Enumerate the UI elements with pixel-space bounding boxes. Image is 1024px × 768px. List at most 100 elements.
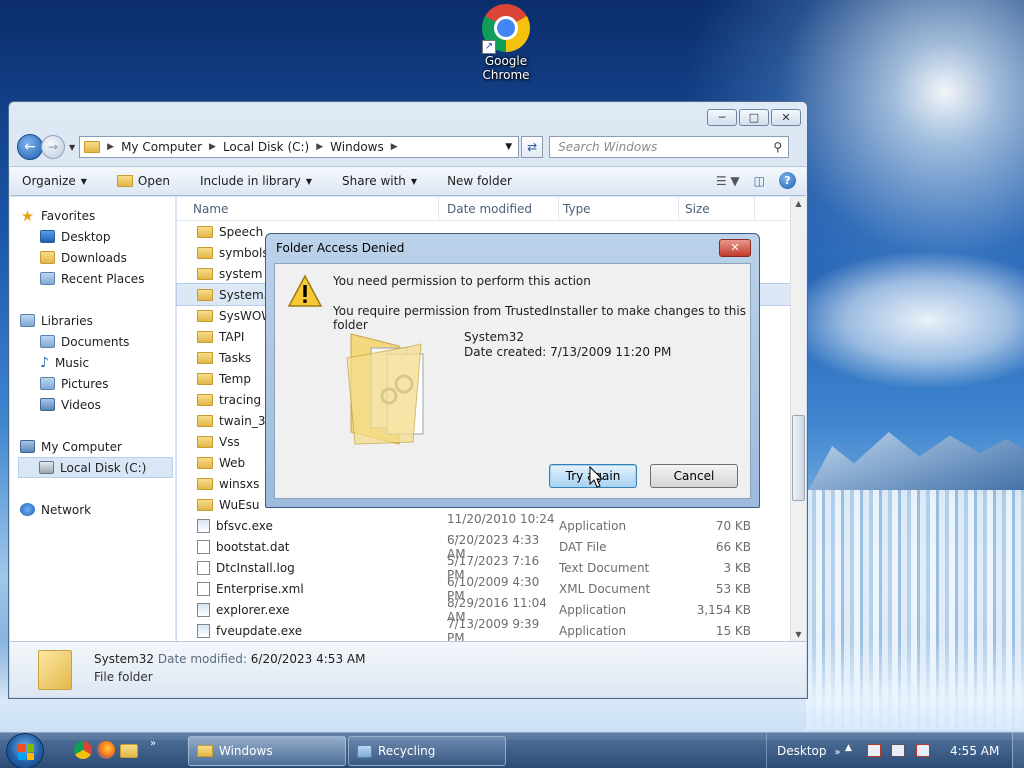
application-icon [197,518,210,533]
preview-pane-icon[interactable]: ◫ [754,174,765,188]
maximize-button[interactable]: □ [739,109,769,126]
nav-videos[interactable]: Videos [10,394,175,415]
desktop-toolbar-overflow-icon[interactable]: » [834,747,840,758]
address-dropdown-icon[interactable]: ▼ [505,142,512,152]
details-type: File folder [94,670,153,684]
chevron-right-icon[interactable]: ▶ [107,142,114,152]
folder-icon [84,141,101,153]
folder-icon [197,288,213,301]
xml-file-icon [197,581,210,596]
include-in-library-button[interactable]: Include in library ▼ [200,174,312,188]
folder-icon [197,330,213,343]
chevron-right-icon[interactable]: ▶ [391,142,398,152]
nav-pictures[interactable]: Pictures [10,373,175,394]
vertical-scrollbar[interactable]: ▲ ▼ [790,197,806,641]
breadcrumb-local-disk[interactable]: Local Disk (C:) [223,140,309,154]
quicklaunch-overflow-icon[interactable]: » [150,738,156,749]
chevron-right-icon[interactable]: ▶ [316,142,323,152]
taskbar-button-windows[interactable]: Windows [188,736,346,766]
search-input[interactable]: Search Windows ⚲ [549,136,790,158]
dialog-folder-name: System32 [464,330,525,344]
dialog-close-button[interactable]: ✕ [719,239,751,257]
desktop-icon-google-chrome[interactable]: ↗ Google Chrome [474,4,538,82]
taskbar-button-recycling[interactable]: Recycling [348,736,506,766]
show-desktop-button[interactable] [1012,733,1024,768]
open-folder-icon [116,175,133,187]
folder-icon [197,372,213,385]
folder-icon [197,309,213,322]
view-options-icon[interactable]: ☰ ▼ [716,174,740,188]
nav-network[interactable]: Network [10,499,175,520]
forward-button[interactable]: → [41,135,65,159]
open-button[interactable]: Open [116,174,170,188]
dialog-folder-date-created: Date created: 7/13/2009 11:20 PM [464,345,672,359]
chevron-down-icon: ▼ [80,176,87,186]
desktop-icon-label: Google Chrome [482,54,530,82]
folder-icon [197,267,213,280]
wallpaper-mountain [806,432,1024,495]
search-icon: ⚲ [773,140,783,154]
folder-icon [197,745,213,757]
nav-downloads[interactable]: Downloads [10,247,175,268]
chevron-right-icon[interactable]: ▶ [209,142,216,152]
explorer-quicklaunch-icon[interactable] [120,744,138,758]
minimize-button[interactable]: ─ [707,109,737,126]
file-row[interactable]: fveupdate.exe 7/13/2009 9:39 PM Applicat… [177,617,790,645]
nav-my-computer[interactable]: My Computer [10,436,175,457]
nav-recent-places[interactable]: Recent Places [10,268,175,289]
chrome-quicklaunch-icon[interactable] [74,741,92,759]
folder-icon [197,414,213,427]
new-folder-button[interactable]: New folder [447,174,512,188]
large-folder-icon [38,650,72,690]
column-size[interactable]: Size [679,196,755,221]
folder-icon [197,456,213,469]
volume-muted-icon[interactable] [916,744,930,757]
folder-icon [197,435,213,448]
start-button[interactable] [6,733,44,768]
cancel-button[interactable]: Cancel [650,464,738,488]
network-status-icon[interactable] [891,744,905,757]
column-name[interactable]: Name [177,196,439,221]
nav-documents[interactable]: Documents [10,331,175,352]
dialog-message-primary: You need permission to perform this acti… [333,274,591,288]
network-icon [20,503,35,516]
help-icon[interactable]: ? [779,172,796,189]
share-with-button[interactable]: Share with ▼ [342,174,417,188]
column-type[interactable]: Type [559,196,679,221]
address-bar[interactable]: ▶ My Computer ▶ Local Disk (C:) ▶ Window… [79,136,520,158]
clock[interactable]: 4:55 AM [950,733,999,768]
hard-disk-icon [39,461,54,474]
system-folder-icon [346,333,424,445]
desktop-toolbar[interactable]: Desktop » [766,733,840,768]
windows-logo-icon [18,744,34,760]
column-date-modified[interactable]: Date modified [439,196,559,221]
firefox-quicklaunch-icon[interactable] [97,741,115,759]
action-center-icon[interactable] [867,744,881,757]
scrollbar-thumb[interactable] [792,415,805,501]
close-window-button[interactable]: ✕ [771,109,801,126]
show-hidden-icons-button[interactable]: ▲ [845,743,852,753]
organize-button[interactable]: Organize ▼ [22,174,87,188]
scroll-down-icon[interactable]: ▼ [791,630,806,639]
scroll-up-icon[interactable]: ▲ [791,199,806,208]
back-button[interactable]: ← [17,134,43,160]
warning-icon [287,274,323,307]
breadcrumb-windows[interactable]: Windows [330,140,384,154]
nav-music[interactable]: ♪ Music [10,352,175,373]
dialog-title: Folder Access Denied [276,241,405,255]
nav-desktop[interactable]: Desktop [10,226,175,247]
nav-favorites[interactable]: ★ Favorites [10,205,175,226]
folder-icon [197,477,213,490]
nav-libraries[interactable]: Libraries [10,310,175,331]
file-icon [197,539,210,554]
nav-local-disk[interactable]: Local Disk (C:) [18,457,173,478]
breadcrumb-my-computer[interactable]: My Computer [121,140,202,154]
recent-places-icon [40,272,55,285]
recycling-icon [357,744,372,758]
address-row: ← → ▼ ▶ My Computer ▶ Local Disk (C:) ▶ … [17,133,799,161]
refresh-button[interactable]: ⇄ [521,136,544,158]
recent-pages-dropdown[interactable]: ▼ [69,143,75,152]
shortcut-arrow-icon: ↗ [482,40,496,54]
documents-icon [40,335,55,348]
